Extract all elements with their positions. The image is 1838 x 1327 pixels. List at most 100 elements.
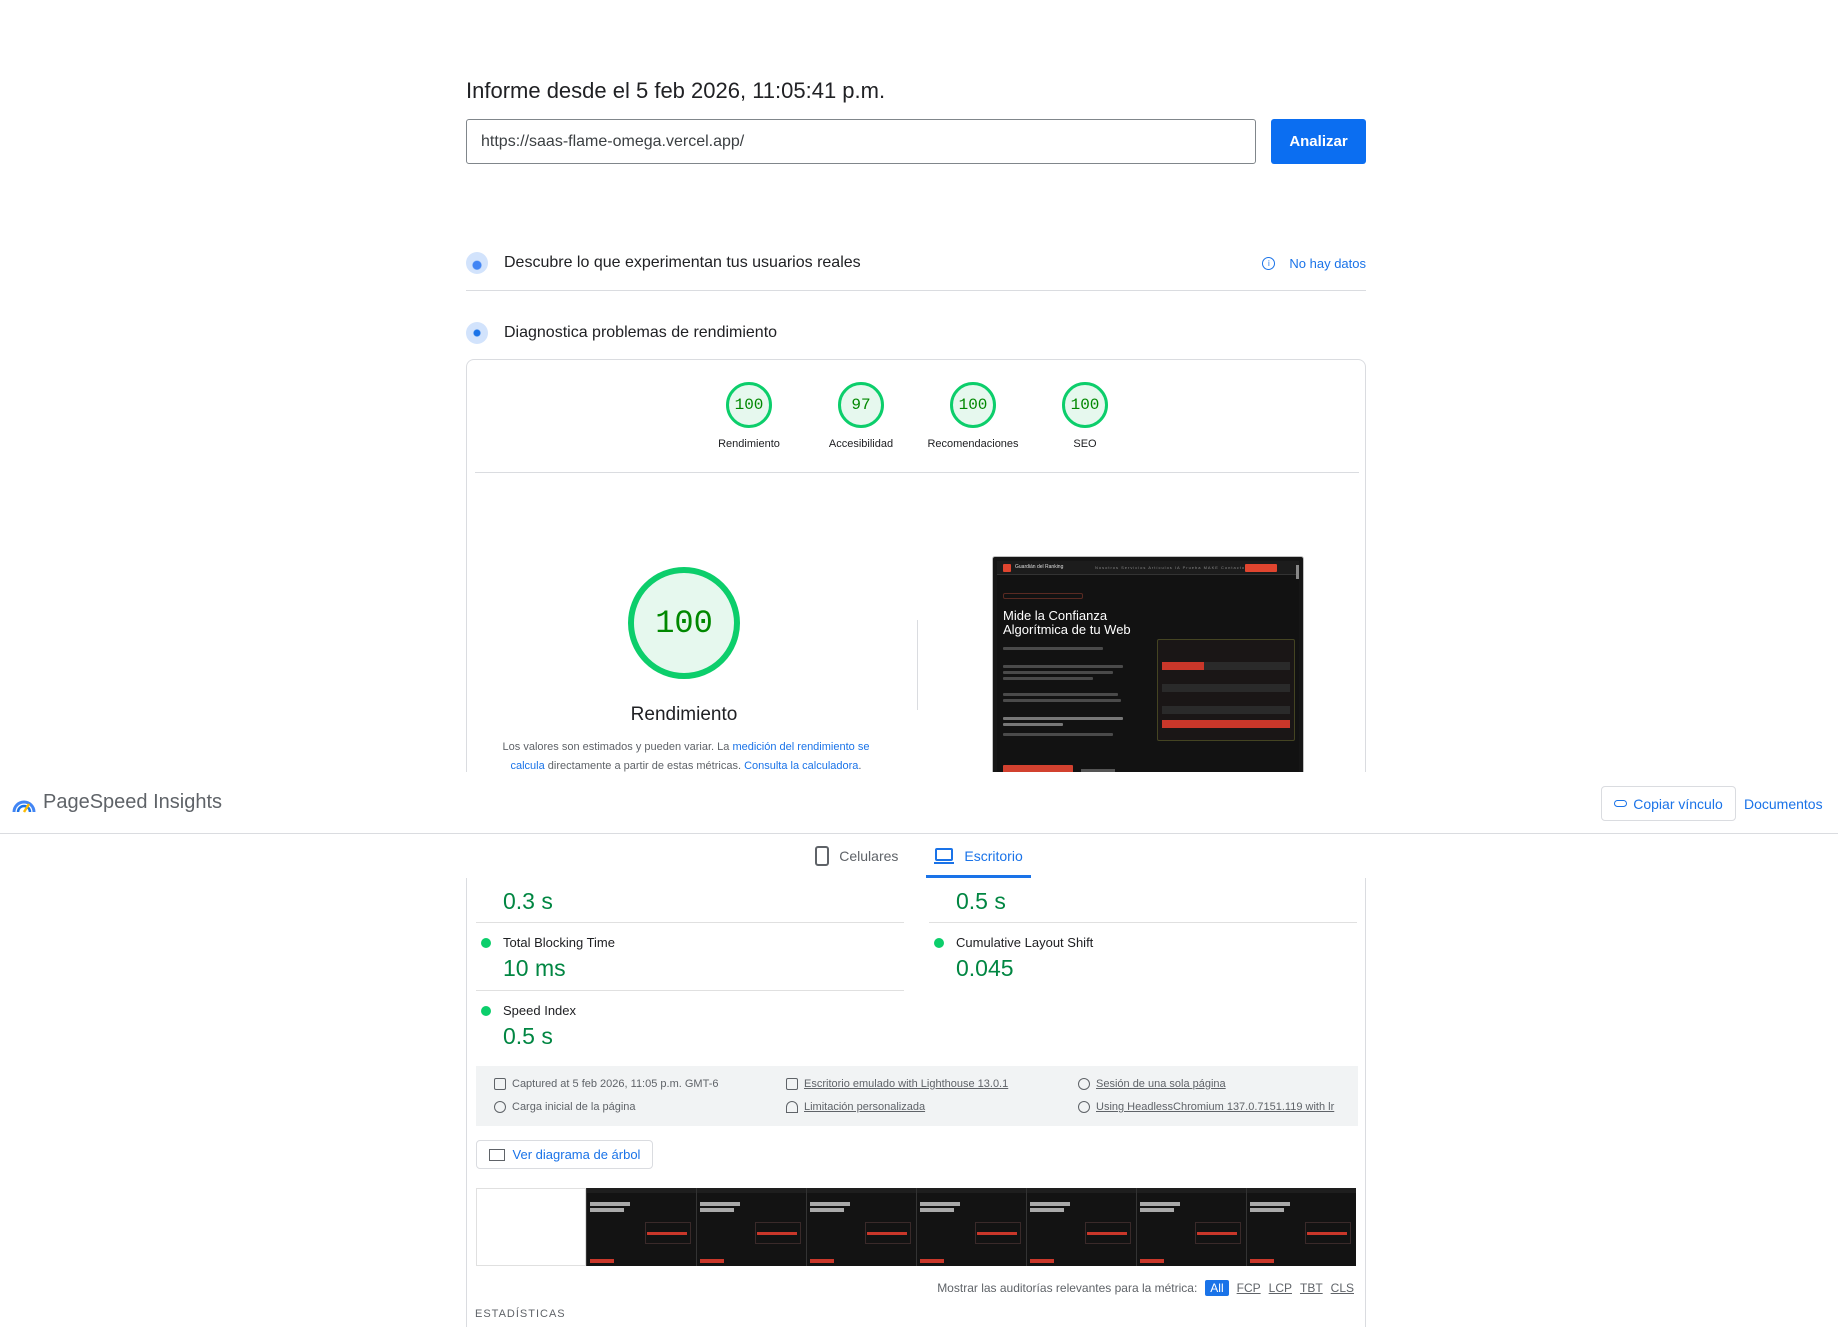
info-text: Escritorio emulado with Lighthouse 13.0.… <box>804 1078 1009 1090</box>
analyze-button[interactable]: Analizar <box>1271 119 1366 164</box>
screenshot-scrollbar <box>1296 565 1299 579</box>
tab-desktop[interactable]: Escritorio <box>926 834 1032 878</box>
filter-lcp[interactable]: LCP <box>1269 1281 1292 1295</box>
info-throttling[interactable]: Limitación personalizada <box>786 1101 925 1113</box>
filmstrip <box>476 1188 1358 1266</box>
filter-all[interactable]: All <box>1205 1280 1229 1296</box>
section-divider <box>466 290 1366 291</box>
score-ring: 100 <box>950 382 996 428</box>
gauge-best-practices[interactable]: 100 Recomendaciones <box>917 382 1029 450</box>
desc-text: . <box>858 760 862 772</box>
gauge-performance[interactable]: 100 Rendimiento <box>693 382 805 450</box>
filter-tbt[interactable]: TBT <box>1300 1281 1323 1295</box>
page-root: Informe desde el 5 feb 2026, 11:05:41 p.… <box>0 0 1838 1327</box>
link-icon <box>1614 800 1628 807</box>
real-users-section[interactable]: Descubre lo que experimentan tus usuario… <box>466 243 1366 283</box>
screenshot-nav-links: Nosotros Servicios Artículos IA Prueba M… <box>1095 565 1246 570</box>
report-card: 100 Rendimiento 97 Accesibilidad 100 Rec… <box>466 359 1366 779</box>
filter-fcp[interactable]: FCP <box>1237 1281 1261 1295</box>
metric-tbt: Total Blocking Time 10 ms <box>467 935 895 985</box>
tab-mobile[interactable]: Celulares <box>807 834 906 878</box>
metric-cls: Cumulative Layout Shift 0.045 <box>920 935 1348 985</box>
metric-name: Cumulative Layout Shift <box>956 935 1094 950</box>
screenshot-text-line <box>1003 693 1118 696</box>
metric-value: 0.045 <box>956 955 1014 981</box>
calculator-link[interactable]: Consulta la calculadora <box>744 760 858 772</box>
desc-text: Los valores son estimados y pueden varia… <box>502 741 733 753</box>
info-text: Limitación personalizada <box>804 1101 926 1113</box>
report-title: Informe desde el 5 feb 2026, 11:05:41 p.… <box>466 78 886 103</box>
vertical-separator <box>917 620 918 710</box>
info-session[interactable]: Sesión de una sola página <box>1078 1078 1226 1090</box>
metric-speed-index: Speed Index 0.5 s <box>467 1003 895 1053</box>
score-label: Rendimiento <box>718 438 780 450</box>
metric-divider <box>929 922 1357 923</box>
info-browser[interactable]: Using HeadlessChromium 137.0.7151.119 wi… <box>1078 1101 1334 1113</box>
filmstrip-frame <box>806 1188 916 1266</box>
performance-description: Los valores son estimados y pueden varia… <box>491 738 881 776</box>
filmstrip-frame <box>1246 1188 1356 1266</box>
screenshot-form-panel <box>1157 639 1295 741</box>
chrome-icon <box>1078 1101 1090 1113</box>
gauge-accessibility[interactable]: 97 Accesibilidad <box>805 382 917 450</box>
url-input[interactable] <box>466 119 1256 164</box>
real-users-title: Descubre lo que experimentan tus usuario… <box>504 254 861 271</box>
info-initial-load: Carga inicial de la página <box>494 1101 636 1113</box>
screenshot-select <box>1162 684 1290 692</box>
info-text: Sesión de una sola página <box>1096 1078 1226 1090</box>
performance-score-ring: 100 <box>628 567 740 679</box>
diagnose-section: Diagnostica problemas de rendimiento <box>466 313 1366 353</box>
screenshot-text-line <box>1003 677 1093 680</box>
docs-link[interactable]: Documentos <box>1744 796 1823 812</box>
app-header: PageSpeed Insights Copiar vínculo Docume… <box>0 772 1838 834</box>
info-icon: i <box>1262 256 1276 270</box>
filmstrip-frame <box>1026 1188 1136 1266</box>
calendar-icon <box>494 1078 506 1090</box>
metric-value: 0.5 s <box>503 1023 553 1049</box>
treemap-label: Ver diagrama de árbol <box>512 1147 641 1162</box>
screenshot-text-line <box>1003 647 1103 650</box>
screenshot-brand: Guardián del Ranking <box>1015 564 1064 570</box>
score-label: SEO <box>1073 438 1097 450</box>
wifi-icon <box>786 1101 798 1113</box>
screenshot-text-line <box>1003 671 1113 674</box>
brand-logo-icon <box>1003 564 1011 572</box>
screenshot-headline: Mide la Confianza Algorítmica de tu Web <box>1003 608 1131 637</box>
gauge-seo[interactable]: 100 SEO <box>1029 382 1141 450</box>
filmstrip-frame <box>586 1188 696 1266</box>
metric-lcp: 0.5 s <box>920 878 1348 918</box>
desc-text: directamente a partir de estas métricas. <box>544 760 745 772</box>
treemap-icon <box>488 1148 505 1161</box>
metric-name: Speed Index <box>503 1003 577 1018</box>
run-info: Captured at 5 feb 2026, 11:05 p.m. GMT-6… <box>476 1066 1358 1126</box>
filter-cls[interactable]: CLS <box>1331 1281 1354 1295</box>
copy-link-label: Copiar vínculo <box>1633 795 1723 812</box>
screenshot-text-line <box>1003 699 1121 702</box>
pass-dot-icon <box>481 938 491 948</box>
pagespeed-logo-icon <box>12 800 36 813</box>
users-chart-icon <box>466 252 488 274</box>
filmstrip-frame <box>916 1188 1026 1266</box>
filmstrip-frame <box>696 1188 806 1266</box>
info-text: Captured at 5 feb 2026, 11:05 p.m. GMT-6 <box>512 1078 719 1090</box>
score-ring: 97 <box>838 382 884 428</box>
score-ring: 100 <box>1062 382 1108 428</box>
copy-link-button[interactable]: Copiar vínculo <box>1601 786 1736 821</box>
treemap-button[interactable]: Ver diagrama de árbol <box>476 1140 653 1169</box>
user-icon <box>1078 1078 1090 1090</box>
metric-value: 0.3 s <box>503 888 553 914</box>
tab-label: Celulares <box>839 848 899 864</box>
no-data-link[interactable]: i No hay datos <box>1262 256 1366 271</box>
lighthouse-icon <box>466 322 488 344</box>
desktop-icon <box>786 1078 798 1090</box>
timer-icon <box>494 1101 506 1113</box>
screenshot-text-line <box>1003 665 1123 668</box>
screenshot-nav-button <box>1245 564 1277 572</box>
screenshot-submit <box>1162 720 1290 728</box>
info-emulated[interactable]: Escritorio emulado with Lighthouse 13.0.… <box>786 1078 1008 1090</box>
laptop-icon <box>934 848 955 864</box>
tab-label: Escritorio <box>964 848 1023 864</box>
phone-icon <box>815 846 830 866</box>
score-label: Recomendaciones <box>927 438 1019 450</box>
score-ring: 100 <box>726 382 772 428</box>
